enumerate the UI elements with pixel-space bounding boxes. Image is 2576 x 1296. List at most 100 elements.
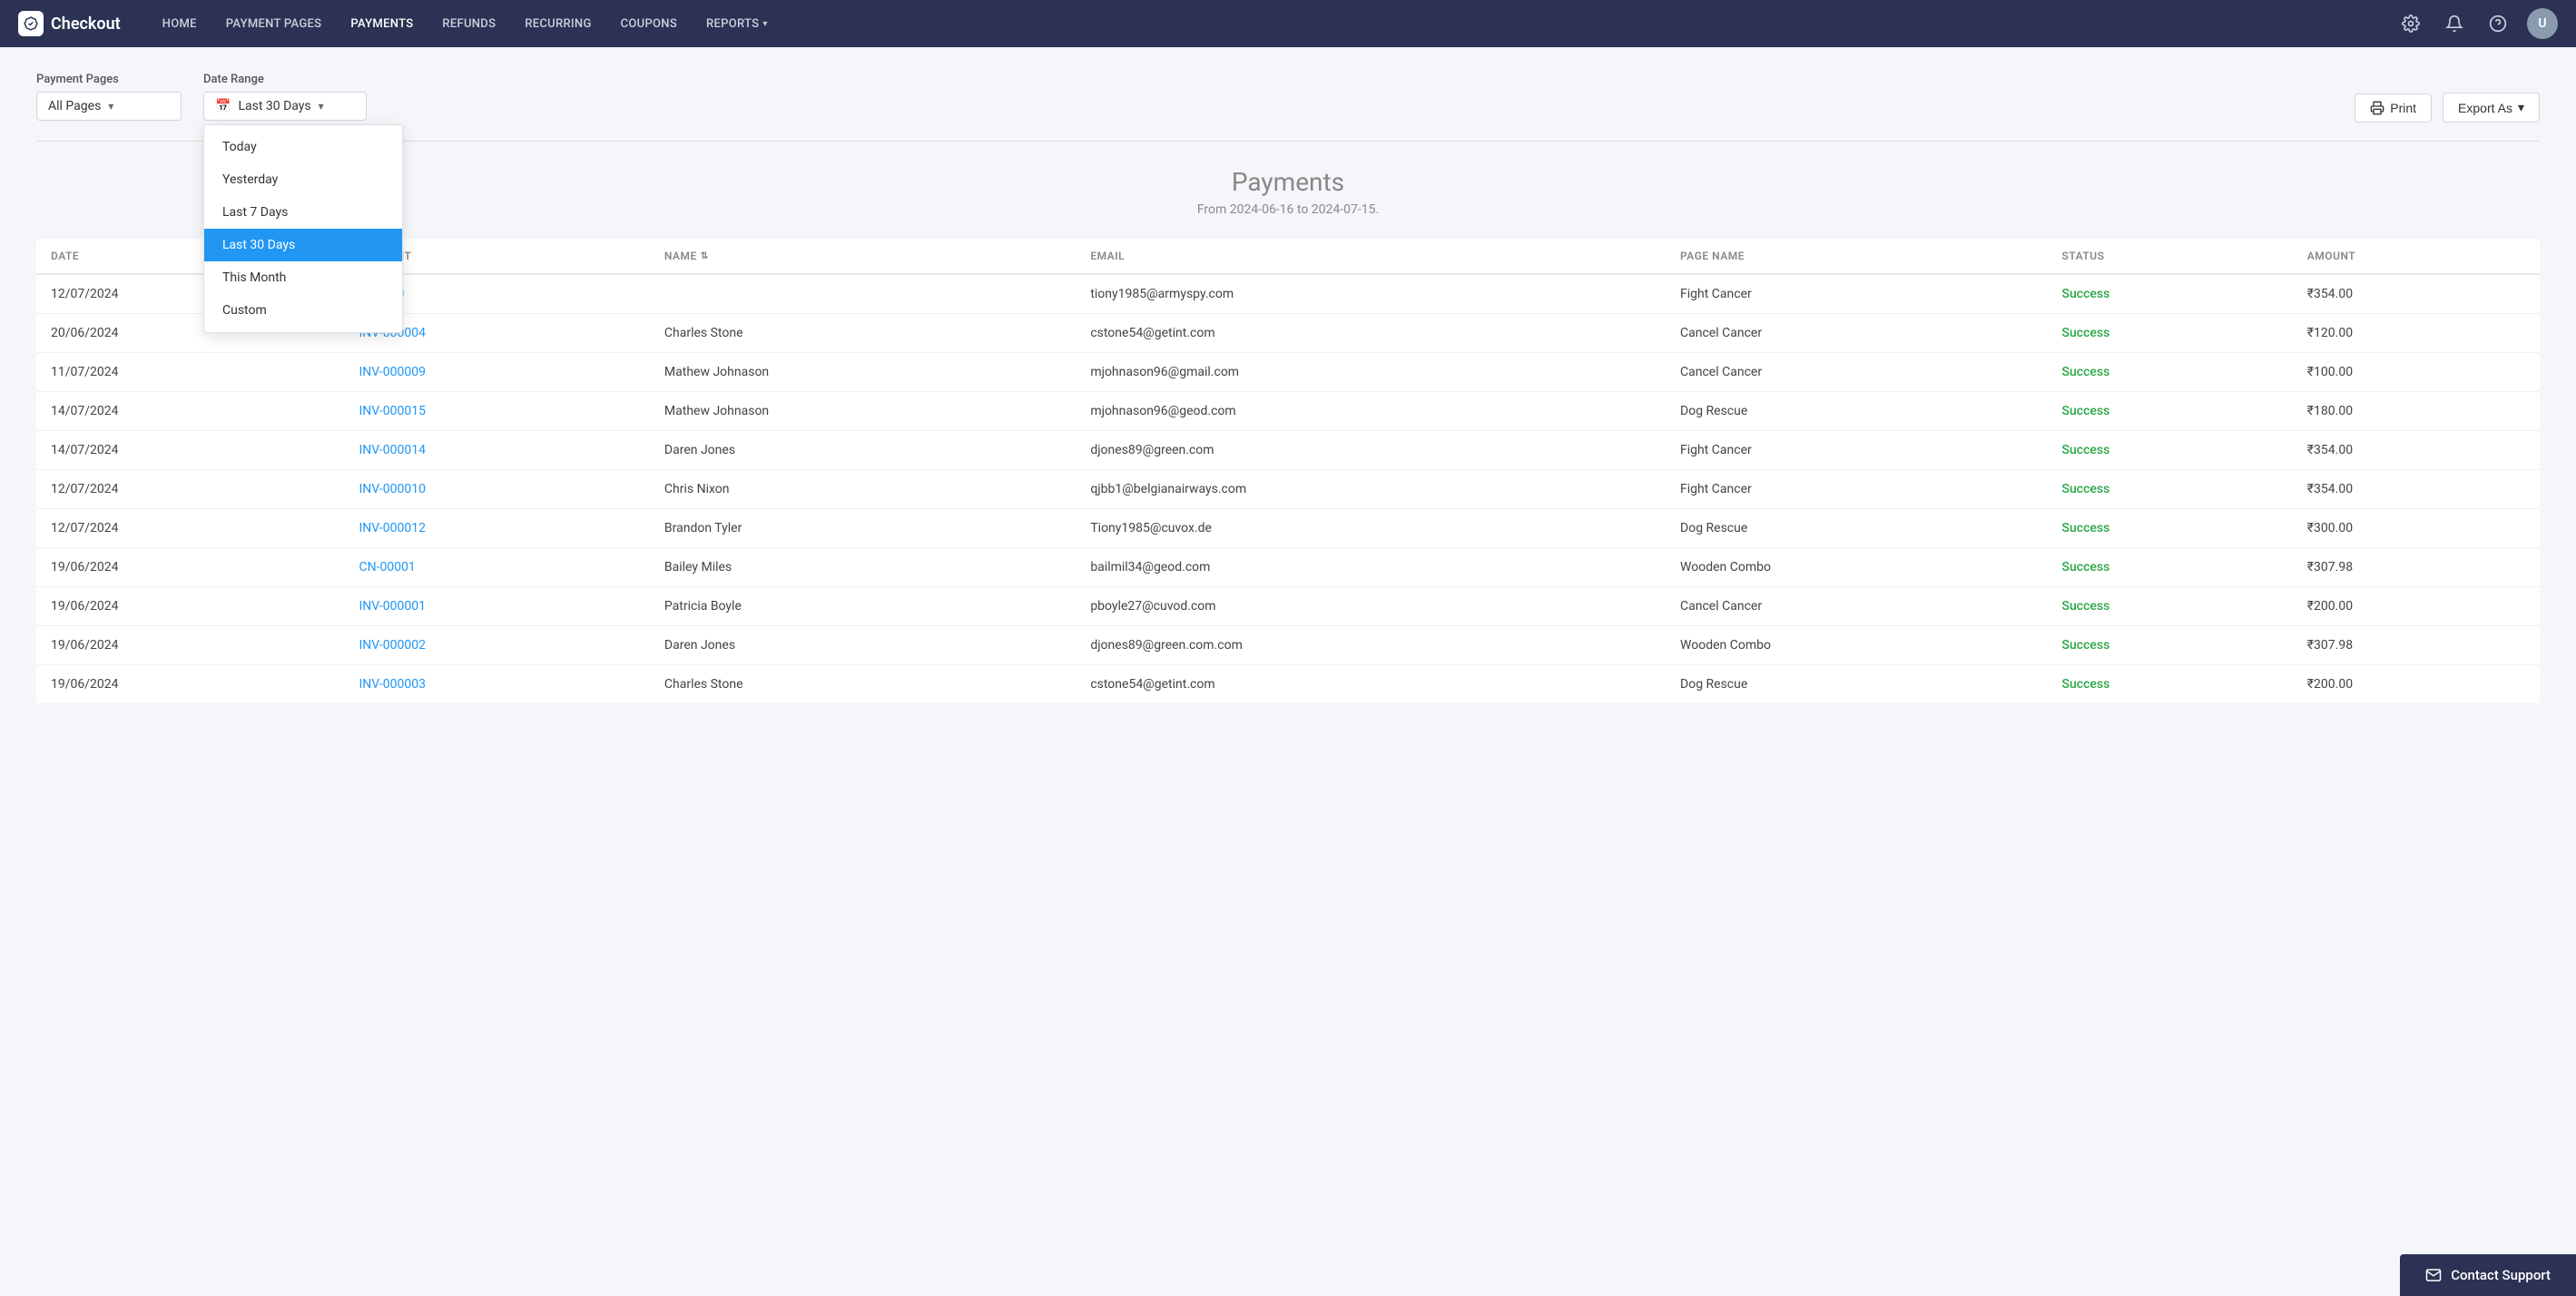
td-amount: ₹354.00	[2293, 431, 2540, 470]
td-amount: ₹354.00	[2293, 274, 2540, 314]
table-row: 11/07/2024 INV-000009 Mathew Johnason mj…	[36, 353, 2540, 392]
td-payment[interactable]: INV-000009	[344, 353, 649, 392]
td-status: Success	[2048, 431, 2293, 470]
date-range-label: Date Range	[203, 73, 367, 86]
brand-icon	[18, 11, 44, 36]
payment-pages-filter: Payment Pages All Pages ▾	[36, 73, 182, 121]
td-status: Success	[2048, 470, 2293, 509]
td-date: 19/06/2024	[36, 626, 344, 665]
user-avatar[interactable]: U	[2527, 8, 2558, 39]
printer-icon	[2370, 101, 2384, 115]
contact-support-label: Contact Support	[2451, 1267, 2551, 1283]
nav-reports[interactable]: REPORTS ▾	[692, 0, 782, 47]
table-row: 19/06/2024 CN-00001 Bailey Miles bailmil…	[36, 548, 2540, 587]
date-range-dropdown-container: 📅 Last 30 Days ▾ Today Yesterday Last 7 …	[203, 92, 367, 121]
section-divider	[36, 141, 2540, 142]
table-row: 19/06/2024 INV-000003 Charles Stone csto…	[36, 665, 2540, 704]
td-status: Success	[2048, 274, 2293, 314]
td-email: djones89@green.com.com	[1076, 626, 1666, 665]
td-status: Success	[2048, 665, 2293, 704]
td-email: bailmil34@geod.com	[1076, 548, 1666, 587]
nav-payments[interactable]: PAYMENTS	[336, 0, 428, 47]
export-button[interactable]: Export As ▾	[2443, 93, 2540, 123]
payments-subtitle: From 2024-06-16 to 2024-07-15.	[36, 202, 2540, 217]
td-payment[interactable]: INV-000015	[344, 392, 649, 431]
td-amount: ₹100.00	[2293, 353, 2540, 392]
nav-payment-pages[interactable]: PAYMENT PAGES	[211, 0, 337, 47]
email-icon	[2425, 1267, 2442, 1283]
brand-name: Checkout	[51, 15, 121, 34]
print-button[interactable]: Print	[2355, 93, 2432, 123]
td-payment[interactable]: CN-00001	[344, 548, 649, 587]
td-amount: ₹307.98	[2293, 548, 2540, 587]
nav-coupons[interactable]: COUPONS	[606, 0, 692, 47]
filters-row: Payment Pages All Pages ▾ Date Range 📅 L…	[36, 73, 2540, 123]
td-name: Charles Stone	[650, 314, 1076, 353]
td-email: djones89@green.com	[1076, 431, 1666, 470]
th-page-name: PAGE NAME	[1666, 239, 2048, 274]
payments-title: Payments	[36, 167, 2540, 197]
td-status: Success	[2048, 353, 2293, 392]
sort-icon: ⇅	[701, 251, 709, 261]
td-date: 19/06/2024	[36, 665, 344, 704]
dropdown-item-custom[interactable]: Custom	[204, 294, 402, 327]
td-date: 14/07/2024	[36, 431, 344, 470]
dropdown-item-last30days[interactable]: Last 30 Days	[204, 229, 402, 261]
chevron-down-icon: ▾	[2518, 100, 2524, 115]
td-name: Mathew Johnason	[650, 392, 1076, 431]
nav-links: HOME PAYMENT PAGES PAYMENTS REFUNDS RECU…	[148, 0, 2396, 47]
td-status: Success	[2048, 314, 2293, 353]
td-date: 19/06/2024	[36, 587, 344, 626]
help-icon[interactable]	[2483, 9, 2512, 38]
filter-right: Print Export As ▾	[2355, 73, 2540, 123]
td-status: Success	[2048, 587, 2293, 626]
nav-recurring[interactable]: RECURRING	[510, 0, 605, 47]
main-content: Payment Pages All Pages ▾ Date Range 📅 L…	[0, 47, 2576, 1296]
td-email: cstone54@getint.com	[1076, 314, 1666, 353]
nav-right: U	[2396, 8, 2558, 39]
nav-refunds[interactable]: REFUNDS	[428, 0, 510, 47]
td-amount: ₹180.00	[2293, 392, 2540, 431]
td-amount: ₹200.00	[2293, 587, 2540, 626]
settings-icon[interactable]	[2396, 9, 2425, 38]
contact-support-button[interactable]: Contact Support	[2400, 1254, 2576, 1296]
brand-logo[interactable]: Checkout	[18, 11, 121, 36]
td-status: Success	[2048, 392, 2293, 431]
dropdown-item-thismonth[interactable]: This Month	[204, 261, 402, 294]
td-payment[interactable]: INV-000002	[344, 626, 649, 665]
dropdown-item-today[interactable]: Today	[204, 131, 402, 163]
td-payment[interactable]: INV-000001	[344, 587, 649, 626]
td-name: Daren Jones	[650, 431, 1076, 470]
td-payment[interactable]: INV-000010	[344, 470, 649, 509]
th-email: EMAIL	[1076, 239, 1666, 274]
payments-header: Payments From 2024-06-16 to 2024-07-15.	[36, 167, 2540, 217]
td-page-name: Fight Cancer	[1666, 470, 2048, 509]
td-status: Success	[2048, 509, 2293, 548]
th-amount: AMOUNT	[2293, 239, 2540, 274]
td-name: Daren Jones	[650, 626, 1076, 665]
td-amount: ₹354.00	[2293, 470, 2540, 509]
dropdown-item-last7days[interactable]: Last 7 Days	[204, 196, 402, 229]
td-page-name: Fight Cancer	[1666, 274, 2048, 314]
navbar: Checkout HOME PAYMENT PAGES PAYMENTS REF…	[0, 0, 2576, 47]
td-page-name: Cancel Cancer	[1666, 314, 2048, 353]
bell-icon[interactable]	[2440, 9, 2469, 38]
td-payment[interactable]: INV-000003	[344, 665, 649, 704]
payments-table: DATE PAYMENT NAME ⇅ EMAIL PAGE NAME STAT…	[36, 239, 2540, 704]
td-name: Chris Nixon	[650, 470, 1076, 509]
td-payment[interactable]: INV-000012	[344, 509, 649, 548]
chevron-down-icon: ▾	[319, 100, 324, 113]
payment-pages-select[interactable]: All Pages ▾	[36, 92, 182, 121]
td-email: mjohnason96@geod.com	[1076, 392, 1666, 431]
td-page-name: Cancel Cancer	[1666, 353, 2048, 392]
dropdown-item-yesterday[interactable]: Yesterday	[204, 163, 402, 196]
payment-pages-value: All Pages	[48, 99, 101, 113]
table-row: 12/07/2024 INV-000010 Chris Nixon qjbb1@…	[36, 470, 2540, 509]
td-payment[interactable]: INV-000014	[344, 431, 649, 470]
td-email: pboyle27@cuvod.com	[1076, 587, 1666, 626]
nav-home[interactable]: HOME	[148, 0, 211, 47]
td-email: tiony1985@armyspy.com	[1076, 274, 1666, 314]
td-amount: ₹307.98	[2293, 626, 2540, 665]
date-range-select[interactable]: 📅 Last 30 Days ▾	[203, 92, 367, 121]
th-name[interactable]: NAME ⇅	[650, 239, 1076, 274]
